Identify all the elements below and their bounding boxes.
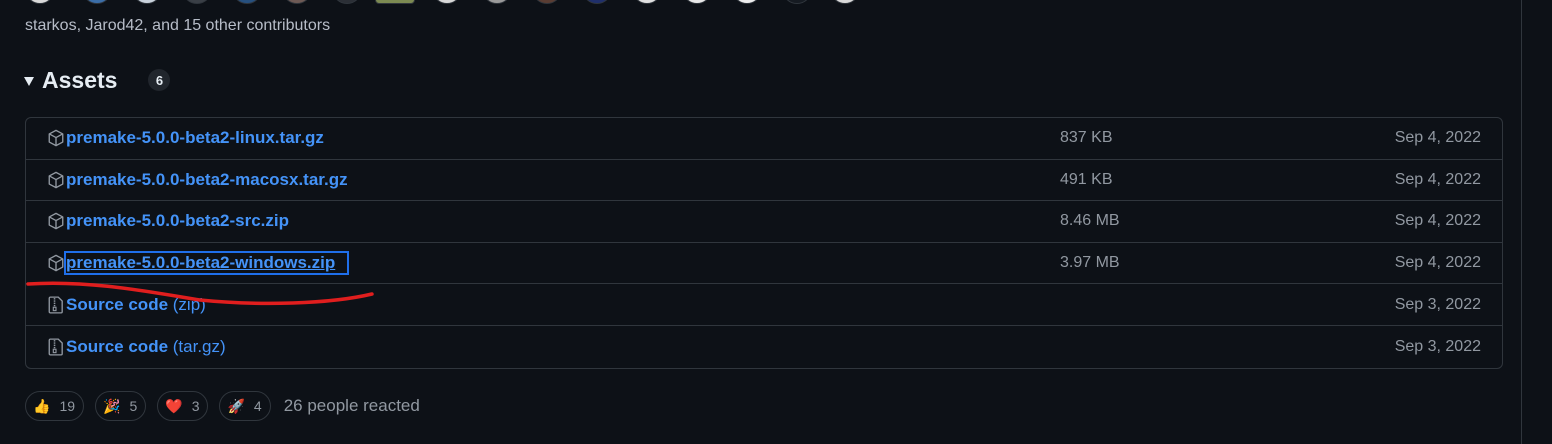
rocket-icon: 🚀 [227,398,245,414]
asset-download-link[interactable]: premake-5.0.0-beta2-src.zip [66,211,289,231]
thumbs-up-icon: 👍 [33,398,51,414]
avatar[interactable] [25,0,55,4]
asset-date: Sep 4, 2022 [1394,212,1481,230]
assets-title: Assets [42,66,118,93]
avatar[interactable] [682,0,712,4]
release-page: starkos, Jarod42, and 15 other contribut… [0,0,1552,444]
reactions-summary: 26 people reacted [283,396,420,415]
reaction-heart-button[interactable]: ❤️ 3 [157,391,209,421]
asset-date: Sep 4, 2022 [1394,170,1481,188]
asset-size: 491 KB [1060,170,1113,188]
avatar[interactable] [332,0,362,4]
asset-row: premake-5.0.0-beta2-macosx.tar.gz 491 KB… [26,160,1502,202]
avatar[interactable] [182,0,212,4]
avatar[interactable] [782,0,812,4]
asset-row: Source code (zip) Sep 3, 2022 [26,284,1502,326]
avatar[interactable] [632,0,662,4]
avatar[interactable] [582,0,612,4]
reaction-rocket-button[interactable]: 🚀 4 [219,391,271,421]
package-icon [46,128,66,148]
asset-row: premake-5.0.0-beta2-src.zip 8.46 MB Sep … [26,201,1502,243]
contributors-summary: starkos, Jarod42, and 15 other contribut… [25,17,331,34]
caret-down-icon [24,76,34,86]
heart-icon: ❤️ [165,398,183,414]
avatar[interactable] [482,0,512,4]
asset-download-link[interactable]: premake-5.0.0-beta2-windows.zip [63,251,350,276]
asset-download-link[interactable]: premake-5.0.0-beta2-macosx.tar.gz [66,170,348,190]
reaction-thumbs-up-button[interactable]: 👍 19 [25,391,85,421]
panel-border [1521,0,1522,444]
avatar[interactable] [282,0,312,4]
avatar[interactable] [375,0,415,4]
asset-size: 8.46 MB [1060,212,1120,230]
avatar[interactable] [732,0,762,4]
assets-toggle[interactable]: Assets 6 [24,64,171,96]
reactions-bar: 👍 19 🎉 5 ❤️ 3 🚀 4 26 people reacted [25,390,420,422]
asset-download-link[interactable]: premake-5.0.0-beta2-linux.tar.gz [66,128,324,148]
asset-row: Source code (tar.gz) Sep 3, 2022 [26,326,1502,368]
avatar[interactable] [830,0,860,4]
reaction-hooray-button[interactable]: 🎉 5 [95,391,147,421]
avatar[interactable] [82,0,112,4]
asset-date: Sep 4, 2022 [1394,129,1481,147]
avatar[interactable] [432,0,462,4]
asset-row: premake-5.0.0-beta2-windows.zip 3.97 MB … [26,243,1502,285]
package-icon [46,253,66,273]
package-icon [46,211,66,231]
avatar[interactable] [532,0,562,4]
avatar[interactable] [232,0,262,4]
asset-size: 3.97 MB [1060,254,1120,272]
file-zip-icon [46,337,66,357]
asset-date: Sep 4, 2022 [1394,254,1481,272]
assets-count-badge: 6 [148,69,171,91]
asset-size: 837 KB [1060,129,1113,147]
asset-date: Sep 3, 2022 [1394,337,1481,355]
reaction-count: 4 [253,398,262,414]
assets-list: premake-5.0.0-beta2-linux.tar.gz 837 KB … [25,117,1503,369]
asset-download-link[interactable]: Source code (zip) [66,295,206,315]
avatar[interactable] [132,0,162,4]
asset-date: Sep 3, 2022 [1394,295,1481,313]
file-zip-icon [46,295,66,315]
reaction-count: 3 [191,398,200,414]
asset-download-link[interactable]: Source code (tar.gz) [66,337,226,357]
asset-row: premake-5.0.0-beta2-linux.tar.gz 837 KB … [26,118,1502,160]
reaction-count: 19 [59,398,76,414]
party-popper-icon: 🎉 [103,398,121,414]
reaction-count: 5 [129,398,138,414]
package-icon [46,170,66,190]
